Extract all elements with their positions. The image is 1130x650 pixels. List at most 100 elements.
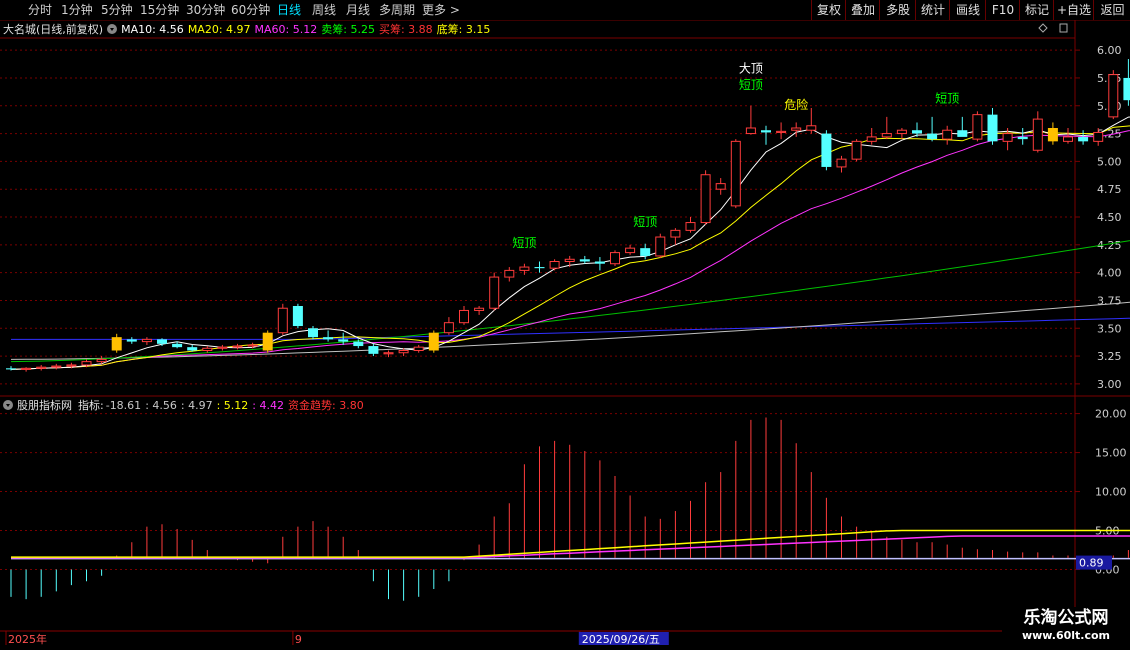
period-tab-0[interactable]: 分时 — [28, 2, 52, 18]
period-tab-3[interactable]: 15分钟 — [140, 2, 179, 18]
candle-body — [66, 364, 77, 367]
candle — [308, 326, 318, 340]
candle — [625, 244, 636, 255]
candle-body — [519, 266, 530, 271]
candle — [383, 350, 394, 358]
period-tab-9[interactable]: 多周期 — [379, 2, 415, 18]
candle-body — [1032, 118, 1043, 151]
indicator-fast-line — [11, 529, 1130, 558]
signal-label: 短顶 — [739, 78, 763, 92]
candle — [851, 139, 862, 162]
candle-body — [323, 337, 334, 340]
ma-gray-line — [10, 301, 1130, 360]
kline-chart[interactable]: 6.00 5.75 5.50 5.25 5.00 4.75 4.50 4.25 4.00 3.75… — [0, 0, 1130, 650]
candle — [81, 359, 92, 368]
stock-name: 大名城(日线,前复权) — [3, 23, 104, 36]
candle — [987, 107, 998, 145]
indicator-values: -18.61: 4.56: 4.97: 5.12: 4.42 资金趋势: 3.80 — [106, 399, 368, 412]
period-tab-4[interactable]: 30分钟 — [186, 2, 225, 18]
period-tab-10[interactable]: 更多 > — [422, 2, 460, 18]
candle-body — [111, 337, 122, 351]
candle — [443, 317, 454, 335]
main-legend: 大名城(日线,前复权) MA10: 4.56 MA20: 4.97 MA60: 5.1… — [3, 22, 498, 38]
candle — [866, 128, 877, 145]
indicator-item-5: 资金趋势: 3.80 — [288, 399, 364, 412]
period-tab-6[interactable]: 日线 — [277, 2, 301, 18]
candle-body — [1002, 133, 1013, 142]
indicator-tick-label: 15.00 — [1095, 447, 1127, 460]
period-tab-1[interactable]: 1分钟 — [61, 2, 93, 18]
candle-body — [443, 322, 454, 334]
indicator-tick-label: 5.00 — [1095, 525, 1120, 538]
tool-button-7[interactable]: +自选 — [1053, 0, 1094, 20]
candle — [806, 107, 817, 134]
price-tick-label: 4.50 — [1097, 211, 1122, 224]
candle-body — [1108, 74, 1119, 118]
indicator-item-1: : 4.56 — [145, 399, 177, 412]
value-marker — [1076, 555, 1112, 570]
candle — [942, 125, 953, 145]
dropdown-circle-icon[interactable] — [3, 400, 13, 410]
signal-label: 短顶 — [633, 215, 657, 229]
candle — [413, 344, 424, 353]
candle-body — [398, 350, 409, 354]
candle-body — [670, 229, 681, 238]
candle-body — [625, 247, 636, 254]
tool-button-2[interactable]: 多股 — [879, 0, 916, 20]
candle-body — [655, 236, 666, 257]
candle-body — [157, 339, 167, 344]
candle-body — [730, 140, 741, 207]
candle — [821, 130, 832, 171]
indicator-slow-line — [11, 535, 1130, 559]
candle-body — [338, 339, 349, 342]
tool-button-6[interactable]: 标记 — [1019, 0, 1054, 20]
candle-body — [504, 269, 515, 278]
tool-button-0[interactable]: 复权 — [811, 0, 846, 20]
ma-blue-line — [11, 317, 1130, 340]
indicator-tick-label: 20.00 — [1095, 408, 1127, 421]
candle-body — [6, 368, 16, 370]
signal-label: 危险 — [784, 97, 808, 112]
candle-body — [700, 174, 711, 224]
period-tab-2[interactable]: 5分钟 — [101, 2, 133, 18]
tool-button-1[interactable]: 叠加 — [845, 0, 880, 20]
candle-body — [791, 127, 802, 131]
ma10-line — [10, 116, 1130, 370]
indicator-item-0: -18.61 — [105, 399, 142, 412]
candle-body — [776, 130, 787, 133]
candle-body — [1123, 77, 1130, 101]
candle-body — [232, 345, 243, 348]
candle — [459, 306, 469, 325]
candle — [1002, 128, 1013, 151]
period-tab-5[interactable]: 60分钟 — [231, 2, 270, 18]
candle — [640, 243, 651, 260]
candle-body — [745, 127, 756, 135]
signal-label: 短顶 — [512, 236, 536, 250]
tool-button-5[interactable]: F10 — [985, 0, 1020, 20]
candle — [474, 306, 485, 315]
candle — [292, 303, 303, 329]
tool-button-3[interactable]: 统计 — [915, 0, 950, 20]
candle — [881, 116, 892, 140]
price-tick-label: 4.75 — [1097, 183, 1122, 196]
candle — [534, 261, 545, 273]
signal-label: 短顶 — [935, 91, 959, 105]
candle-body — [277, 307, 288, 334]
dropdown-circle-icon[interactable] — [107, 24, 118, 34]
indicator-item-2: : 4.97 — [180, 399, 213, 412]
candle — [700, 170, 711, 225]
candle — [957, 116, 968, 137]
candle — [655, 233, 666, 259]
tool-button-8[interactable]: 返回 — [1093, 0, 1130, 20]
candle-body — [1063, 136, 1073, 142]
candle — [685, 217, 696, 233]
price-tick-label: 3.75 — [1097, 294, 1122, 307]
period-tab-7[interactable]: 周线 — [312, 2, 336, 18]
price-tick-label: 5.75 — [1097, 72, 1122, 85]
candle-body — [428, 332, 439, 351]
tool-button-4[interactable]: 画线 — [949, 0, 986, 20]
candle-body — [836, 158, 847, 168]
period-tab-8[interactable]: 月线 — [346, 2, 370, 18]
candle-body — [1017, 136, 1028, 140]
candle — [141, 337, 152, 345]
